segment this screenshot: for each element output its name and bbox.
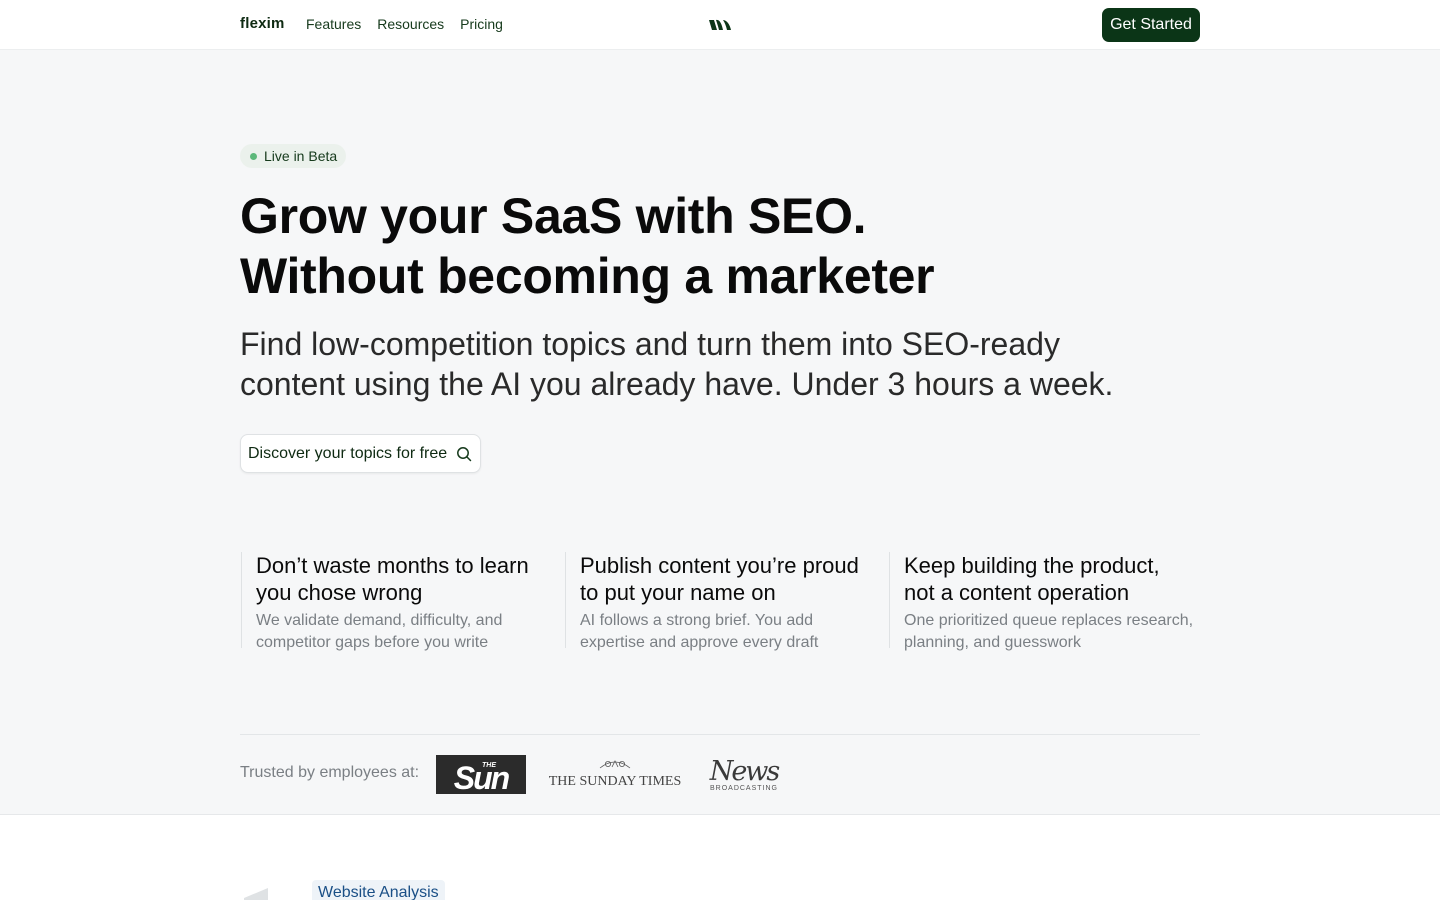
nav-resources[interactable]: Resources (377, 16, 444, 32)
svg-text:THE SUNDAY TIMES: THE SUNDAY TIMES (549, 774, 682, 788)
nav-pricing[interactable]: Pricing (460, 16, 503, 32)
decorative-shape (244, 888, 268, 900)
section-divider (240, 734, 1200, 735)
lower-section (0, 814, 1440, 900)
beta-badge-label: Live in Beta (264, 148, 338, 164)
nav-features[interactable]: Features (306, 16, 361, 32)
feature-title-line: not a content operation (904, 580, 1130, 605)
feature-description-line: competitor gaps before you write (256, 634, 489, 651)
svg-text:News: News (709, 756, 780, 787)
feature-card: Don’t waste months to learn you chose wr… (241, 552, 546, 651)
feature-description: AI follows a strong brief. You add exper… (580, 610, 870, 654)
the-sun-logo: THE Sun (436, 755, 526, 794)
brand-mark-icon[interactable] (708, 17, 732, 33)
feature-card: Publish content you’re proud to put your… (565, 552, 870, 651)
hero-title-line: Grow your SaaS with SEO. (240, 188, 867, 244)
feature-title-line: Publish content you’re proud (580, 553, 859, 578)
svg-text:BROADCASTING: BROADCASTING (710, 785, 778, 792)
discover-topics-button[interactable]: Discover your topics for free (240, 434, 481, 473)
status-dot-icon (250, 153, 257, 160)
brand-name[interactable]: flexim (240, 15, 285, 32)
main-nav: Features Resources Pricing (306, 16, 503, 32)
get-started-button[interactable]: Get Started (1102, 8, 1200, 42)
hero-subtitle-line: content using the AI you already have. U… (240, 366, 1114, 402)
sunday-times-logo: THE SUNDAY TIMES (549, 760, 682, 788)
search-icon (457, 447, 472, 462)
news-broadcasting-logo: News BROADCASTING (709, 756, 782, 792)
feature-description-line: One prioritized queue replaces research, (904, 612, 1194, 629)
feature-title-line: to put your name on (580, 580, 776, 605)
feature-title: Keep building the product, not a content… (904, 552, 1194, 606)
trusted-label: Trusted by employees at: (240, 764, 420, 781)
feature-description: We validate demand, difficulty, and comp… (256, 610, 546, 654)
svg-text:Sun: Sun (454, 760, 510, 794)
website-analysis-tag: Website Analysis (312, 880, 445, 900)
feature-title-line: you chose wrong (256, 580, 423, 605)
feature-card: Keep building the product, not a content… (889, 552, 1194, 651)
feature-description-line: AI follows a strong brief. You add (580, 612, 814, 629)
hero-subtitle: Find low-competition topics and turn the… (240, 324, 1200, 404)
feature-title-line: Don’t waste months to learn (256, 553, 529, 578)
feature-title: Publish content you’re proud to put your… (580, 552, 870, 606)
feature-description-line: expertise and approve every draft (580, 634, 819, 651)
feature-title-line: Keep building the product, (904, 553, 1160, 578)
beta-badge: Live in Beta (240, 144, 347, 168)
feature-description-line: planning, and guesswork (904, 634, 1082, 651)
hero-subtitle-line: Find low-competition topics and turn the… (240, 326, 1060, 362)
discover-topics-label: Discover your topics for free (248, 444, 448, 462)
hero-title-line: Without becoming a marketer (240, 248, 935, 304)
site-header: flexim Features Resources Pricing Get St… (0, 0, 1440, 50)
feature-title: Don’t waste months to learn you chose wr… (256, 552, 546, 606)
feature-description: One prioritized queue replaces research,… (904, 610, 1194, 654)
feature-description-line: We validate demand, difficulty, and (256, 612, 503, 629)
hero-title: Grow your SaaS with SEO. Without becomin… (240, 186, 1140, 306)
